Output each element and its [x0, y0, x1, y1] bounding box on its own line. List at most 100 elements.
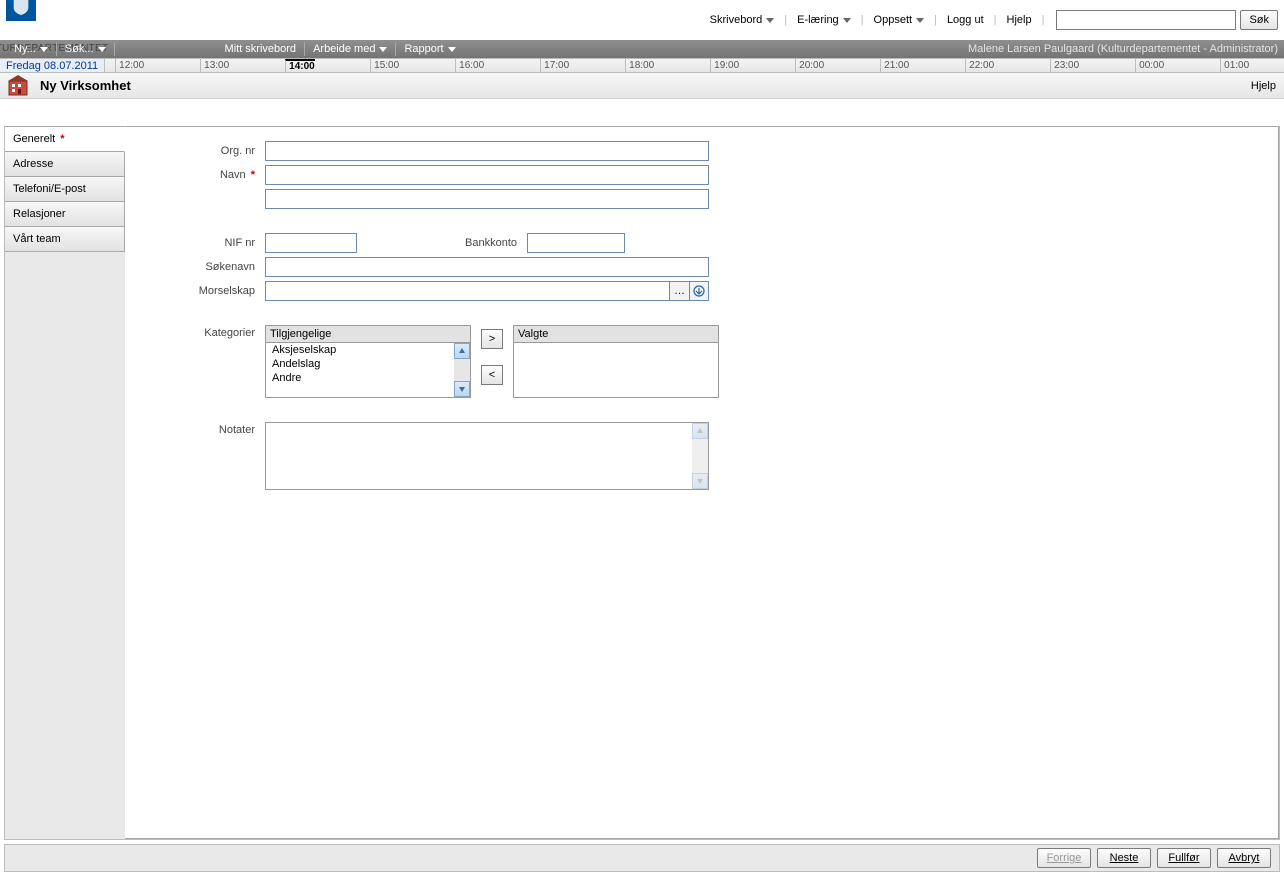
selected-header: Valgte [514, 326, 718, 343]
timeline-hour[interactable]: 15:00 [370, 59, 399, 72]
global-search-button[interactable]: Søk [1240, 10, 1278, 30]
topnav-elaering-label: E-læring [797, 14, 839, 26]
timeline-hour[interactable]: 20:00 [795, 59, 824, 72]
label-notater: Notater [145, 422, 265, 436]
link-icon [693, 285, 705, 297]
page-title-bar: Ny Virksomhet Hjelp [0, 73, 1284, 99]
topnav-skrivebord-label: Skrivebord [710, 14, 763, 26]
timeline-hour[interactable]: 16:00 [455, 59, 484, 72]
timeline-hour[interactable]: 18:00 [625, 59, 654, 72]
notes-textarea[interactable] [265, 422, 709, 490]
wizard-finish-button[interactable]: Fullfør [1157, 848, 1211, 868]
timeline-hour[interactable]: 14:00 [285, 59, 315, 72]
timeline-hour[interactable]: 00:00 [1135, 59, 1164, 72]
sidebar-tab-relasjoner[interactable]: Relasjoner [5, 202, 125, 227]
sidebar: Generelt * Adresse Telefoni/E-post Relas… [5, 126, 125, 839]
timeline[interactable]: Fredag 08.07.2011 12:00 13:00 14:00 15:00 16… [0, 58, 1284, 73]
input-navn[interactable] [265, 165, 709, 185]
nav-separator: | [780, 14, 791, 26]
topnav-hjelp[interactable]: Hjelp [1001, 10, 1038, 30]
menu-sok-label: Søk... [65, 43, 94, 55]
wizard-next-label: Neste [1110, 852, 1139, 864]
sidebar-tab-adresse[interactable]: Adresse [5, 152, 125, 177]
move-right-button[interactable]: > [481, 329, 503, 349]
nav-separator: | [1038, 14, 1049, 26]
sidebar-team-label: Vårt team [13, 233, 61, 245]
topnav-hjelp-label: Hjelp [1007, 14, 1032, 26]
menu-ny[interactable]: Ny... [6, 43, 56, 55]
available-list-body[interactable]: AksjeselskapAndelslagAndre [266, 343, 470, 397]
required-indicator-icon: * [60, 133, 64, 145]
topnav-elaering[interactable]: E-læring [791, 10, 857, 30]
categories-dual-list: Tilgjengelige AksjeselskapAndelslagAndre [265, 325, 719, 398]
menu-rapport-label: Rapport [404, 43, 443, 55]
wizard-previous-button[interactable]: Forrige [1037, 848, 1091, 868]
lookup-link-button[interactable] [689, 281, 709, 301]
timeline-hour[interactable]: 21:00 [880, 59, 909, 72]
list-item[interactable]: Andelslag [266, 357, 470, 371]
wizard-cancel-button[interactable]: Avbryt [1217, 848, 1271, 868]
brand-crest-icon [6, 0, 36, 21]
chevron-down-icon [696, 477, 704, 485]
form-panel: Org. nr Navn * NIF nr Bankkonto [125, 126, 1279, 839]
page-help-link[interactable]: Hjelp [1251, 80, 1276, 92]
sidebar-tab-generelt[interactable]: Generelt * [5, 126, 125, 152]
scroll-down-button[interactable] [454, 381, 470, 397]
chevron-down-icon [448, 47, 456, 52]
chevron-down-icon [379, 47, 387, 52]
chevron-down-icon [916, 18, 924, 23]
scroll-up-button[interactable] [454, 343, 470, 359]
available-header: Tilgjengelige [266, 326, 470, 343]
wizard-next-button[interactable]: Neste [1097, 848, 1151, 868]
list-item[interactable]: Andre [266, 371, 470, 385]
scroll-down-button[interactable] [692, 473, 708, 489]
input-nif-nr[interactable] [265, 233, 357, 253]
company-icon [8, 75, 34, 97]
menu-mitt-skrivebord[interactable]: Mitt skrivebord [115, 43, 305, 55]
timeline-hours[interactable]: 12:00 13:00 14:00 15:00 16:00 17:00 18:00 19:00… [105, 59, 1284, 72]
sidebar-adresse-label: Adresse [13, 158, 53, 170]
sidebar-relasjoner-label: Relasjoner [13, 208, 66, 220]
timeline-hour[interactable]: 17:00 [540, 59, 569, 72]
label-bankkonto: Bankkonto [357, 237, 527, 249]
chevron-up-icon [696, 427, 704, 435]
selected-list-body[interactable] [514, 343, 718, 397]
input-morselskap[interactable] [265, 281, 669, 301]
scrollbar[interactable] [692, 423, 708, 489]
sidebar-tab-telefoni[interactable]: Telefoni/E-post [5, 177, 125, 202]
menu-sok[interactable]: Søk... [57, 43, 114, 55]
move-left-button[interactable]: < [481, 365, 503, 385]
menu-ny-label: Ny... [14, 43, 36, 55]
timeline-hour[interactable]: 12:00 [115, 59, 144, 72]
menu-rapport[interactable]: Rapport [396, 43, 463, 55]
nav-separator: | [857, 14, 868, 26]
sidebar-tab-team[interactable]: Vårt team [5, 227, 125, 252]
label-navn: Navn * [145, 169, 265, 181]
timeline-hour[interactable]: 01:00 [1220, 59, 1249, 72]
timeline-hour[interactable]: 19:00 [710, 59, 739, 72]
chevron-down-icon [766, 18, 774, 23]
input-sokenavn[interactable] [265, 257, 709, 277]
scroll-up-button[interactable] [692, 423, 708, 439]
global-search-input[interactable] [1056, 10, 1236, 30]
timeline-hour[interactable]: 23:00 [1050, 59, 1079, 72]
input-bankkonto[interactable] [527, 233, 625, 253]
mover-buttons: > < [471, 325, 513, 389]
user-context: Malene Larsen Paulgaard (Kulturdeparteme… [968, 43, 1278, 55]
timeline-hour[interactable]: 22:00 [965, 59, 994, 72]
lookup-browse-button[interactable]: … [669, 281, 689, 301]
menu-arbeide-med[interactable]: Arbeide med [305, 43, 395, 55]
list-item[interactable]: Aksjeselskap [266, 343, 470, 357]
scrollbar[interactable] [454, 343, 470, 397]
nav-separator: | [930, 14, 941, 26]
nav-separator: | [990, 14, 1001, 26]
input-navn-line2[interactable] [265, 189, 709, 209]
timeline-date[interactable]: Fredag 08.07.2011 [0, 59, 105, 72]
timeline-hour[interactable]: 13:00 [200, 59, 229, 72]
input-org-nr[interactable] [265, 141, 709, 161]
label-sokenavn: Søkenavn [145, 261, 265, 273]
topnav-loggut[interactable]: Logg ut [941, 10, 990, 30]
topnav-skrivebord[interactable]: Skrivebord [704, 10, 781, 30]
topnav-oppsett[interactable]: Oppsett [868, 10, 931, 30]
lookup-morselskap: … [265, 281, 709, 301]
